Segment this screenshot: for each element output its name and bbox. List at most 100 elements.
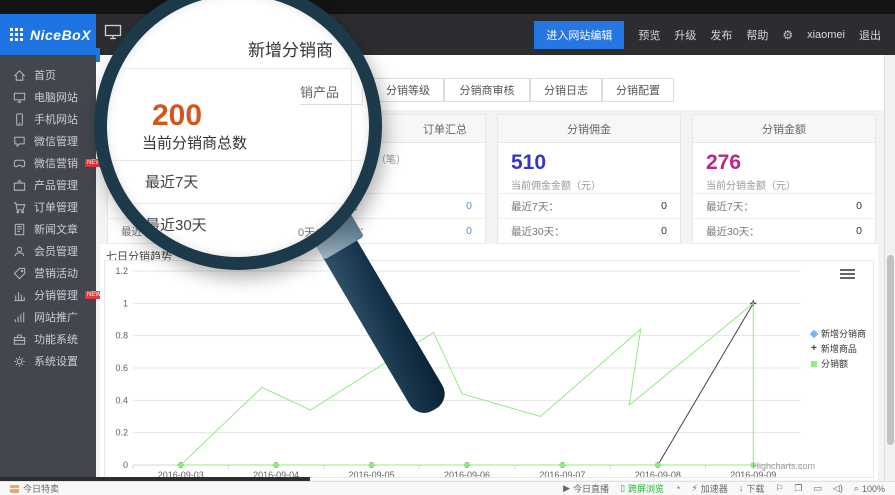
sidebar-item-6[interactable]: 订单管理	[0, 196, 96, 218]
navbar-right: 进入网站编辑 预览升级发布帮助 ⚙ xiaomei 退出	[534, 14, 881, 55]
legend-label: 分销额	[821, 357, 848, 370]
card-value-label: 当前佣金金额（元）	[511, 177, 680, 192]
statusbar-item-label: 加速器	[701, 482, 728, 495]
statusbar-tools: ▶今日直播 ▯跨屏浏览 ◔ ⚡ 加速器 ↓下载 ⚐ ❐ ▭ ◁) ⌕100%	[563, 482, 885, 495]
nav-link-1[interactable]: 升级	[674, 27, 696, 43]
sidebar-item-7[interactable]: 新闻文章	[0, 218, 96, 240]
svg-text:2016-09-04: 2016-09-04	[253, 470, 299, 477]
news-icon	[12, 222, 27, 237]
window-top-strip	[0, 0, 895, 14]
highcharts-credits[interactable]: Highcharts.com	[752, 461, 815, 471]
dashboard-icon: ◔	[675, 484, 680, 493]
sidebar-item-label: 电脑网站	[34, 89, 78, 105]
nav-link-2[interactable]: 发布	[710, 27, 732, 43]
sidebar-item-label: 微信管理	[34, 133, 78, 149]
sidebar-item-10[interactable]: 分销管理NEW	[0, 284, 96, 306]
todays-deal-label: 今日特卖	[23, 482, 59, 495]
legend-item-2[interactable]: 分销额	[811, 357, 866, 370]
scrollbar[interactable]: ▲	[884, 14, 895, 481]
grid-icon	[10, 28, 23, 41]
monitor-tab-icon[interactable]	[104, 24, 122, 40]
statusbar-item-label: 100%	[862, 484, 885, 494]
sidebar-item-1[interactable]: 电脑网站	[0, 86, 96, 108]
nav-link-3[interactable]: 帮助	[746, 27, 768, 43]
sidebar: 首页电脑网站手机网站微信管理微信营销NEW产品管理订单管理新闻文章会员管理营销活…	[0, 55, 96, 477]
signal-icon	[12, 310, 27, 325]
sidebar-item-2[interactable]: 手机网站	[0, 108, 96, 130]
boost-icon: ⚡	[691, 484, 697, 493]
statusbar-item-window-icon[interactable]: ▭	[813, 484, 822, 493]
sidebar-item-label: 会员管理	[34, 243, 78, 259]
card-row: 最近7天：0	[498, 193, 680, 218]
home-icon	[12, 68, 27, 83]
card-row: 最近30天：0	[693, 218, 875, 243]
svg-text:0.4: 0.4	[115, 395, 128, 405]
card-value: 510	[511, 151, 680, 175]
sidebar-item-label: 手机网站	[34, 111, 78, 127]
enter-site-editor-button[interactable]: 进入网站编辑	[534, 21, 624, 49]
game-icon	[12, 156, 27, 171]
scrollbar-thumb[interactable]	[887, 255, 894, 445]
magnified-row-7d: 最近7天	[145, 171, 198, 192]
statusbar-item-100%[interactable]: ⌕100%	[854, 484, 885, 494]
tab-2[interactable]: 分销商审核	[444, 78, 530, 102]
todays-deal[interactable]: 今日特卖	[10, 482, 59, 495]
sidebar-item-5[interactable]: 产品管理	[0, 174, 96, 196]
logout-link[interactable]: 退出	[859, 27, 881, 43]
statusbar-item-layers-icon[interactable]: ❐	[794, 484, 802, 493]
card-value: 276	[706, 151, 875, 175]
sidebar-item-label: 系统设置	[34, 353, 78, 369]
chart-menu-icon[interactable]	[840, 269, 855, 281]
legend-item-0[interactable]: 新增分销商	[811, 327, 866, 340]
statusbar-item-sound-icon[interactable]: ◁)	[833, 484, 843, 493]
sidebar-item-label: 订单管理	[34, 199, 78, 215]
sidebar-item-0[interactable]: 首页	[0, 64, 96, 86]
statusbar-item-今日直播[interactable]: ▶今日直播	[563, 482, 609, 495]
legend-label: 新增分销商	[821, 327, 866, 340]
statusbar-item-flag-icon[interactable]: ⚐	[775, 484, 783, 493]
statusbar-item-加速器[interactable]: ⚡ 加速器	[691, 482, 727, 495]
svg-text:1.2: 1.2	[115, 266, 128, 276]
sidebar-item-3[interactable]: 微信管理	[0, 130, 96, 152]
tab-4[interactable]: 分销配置	[602, 78, 674, 102]
download-icon: ↓	[739, 484, 744, 493]
svg-text:2016-09-08: 2016-09-08	[635, 470, 681, 477]
tag-icon	[12, 266, 27, 281]
sidebar-item-label: 首页	[34, 67, 56, 83]
statusbar-item-下载[interactable]: ↓下载	[739, 482, 765, 495]
svg-text:0.6: 0.6	[115, 363, 128, 373]
sidebar-item-9[interactable]: 营销活动	[0, 262, 96, 284]
username[interactable]: xiaomei	[807, 29, 845, 41]
legend-label: 新增商品	[821, 342, 857, 355]
sidebar-item-label: 分销管理	[34, 287, 78, 303]
chart-box: 00.20.40.60.811.22016-09-032016-09-04201…	[104, 260, 874, 478]
statusbar-item-dashboard-icon[interactable]: ◔	[675, 484, 680, 493]
magnified-fragment: 0天：	[298, 224, 326, 240]
sidebar-item-12[interactable]: 功能系统	[0, 328, 96, 350]
member-icon	[12, 244, 27, 259]
sidebar-item-8[interactable]: 会员管理	[0, 240, 96, 262]
sidebar-item-13[interactable]: 系统设置	[0, 350, 96, 372]
magnified-row-30d: 最近30天	[145, 214, 207, 235]
gear-icon[interactable]: ⚙	[782, 28, 793, 42]
card-title: 分销金额	[693, 115, 875, 143]
legend-item-1[interactable]: +新增商品	[811, 342, 866, 355]
window-icon: ▭	[813, 484, 822, 493]
tab-3[interactable]: 分销日志	[530, 78, 602, 102]
magnifier-content: 新增分销商 销产品 200 当前分销商总数 最近7天 最近30天 0天：	[107, 0, 369, 257]
svg-text:2016-09-05: 2016-09-05	[349, 470, 395, 477]
tab-1[interactable]: 分销等级	[372, 78, 444, 102]
sidebar-item-4[interactable]: 微信营销NEW	[0, 152, 96, 174]
svg-text:0.8: 0.8	[115, 331, 128, 341]
sidebar-item-label: 微信营销	[34, 155, 78, 171]
magnified-tab-fragment: 销产品	[300, 78, 363, 105]
app-logo[interactable]: NiceBoX	[0, 14, 96, 55]
layers-icon: ❐	[794, 484, 802, 493]
statusbar-item-跨屏浏览[interactable]: ▯跨屏浏览	[620, 482, 664, 495]
chart-legend: 新增分销商 +新增商品分销额	[811, 327, 866, 372]
sidebar-item-11[interactable]: 网站推广	[0, 306, 96, 328]
svg-text:0: 0	[123, 460, 128, 470]
magnified-value: 200	[152, 99, 202, 133]
chart-panel: 七日分销趋势 00.20.40.60.811.22016-09-032016-0…	[100, 244, 878, 480]
nav-link-0[interactable]: 预览	[638, 27, 660, 43]
